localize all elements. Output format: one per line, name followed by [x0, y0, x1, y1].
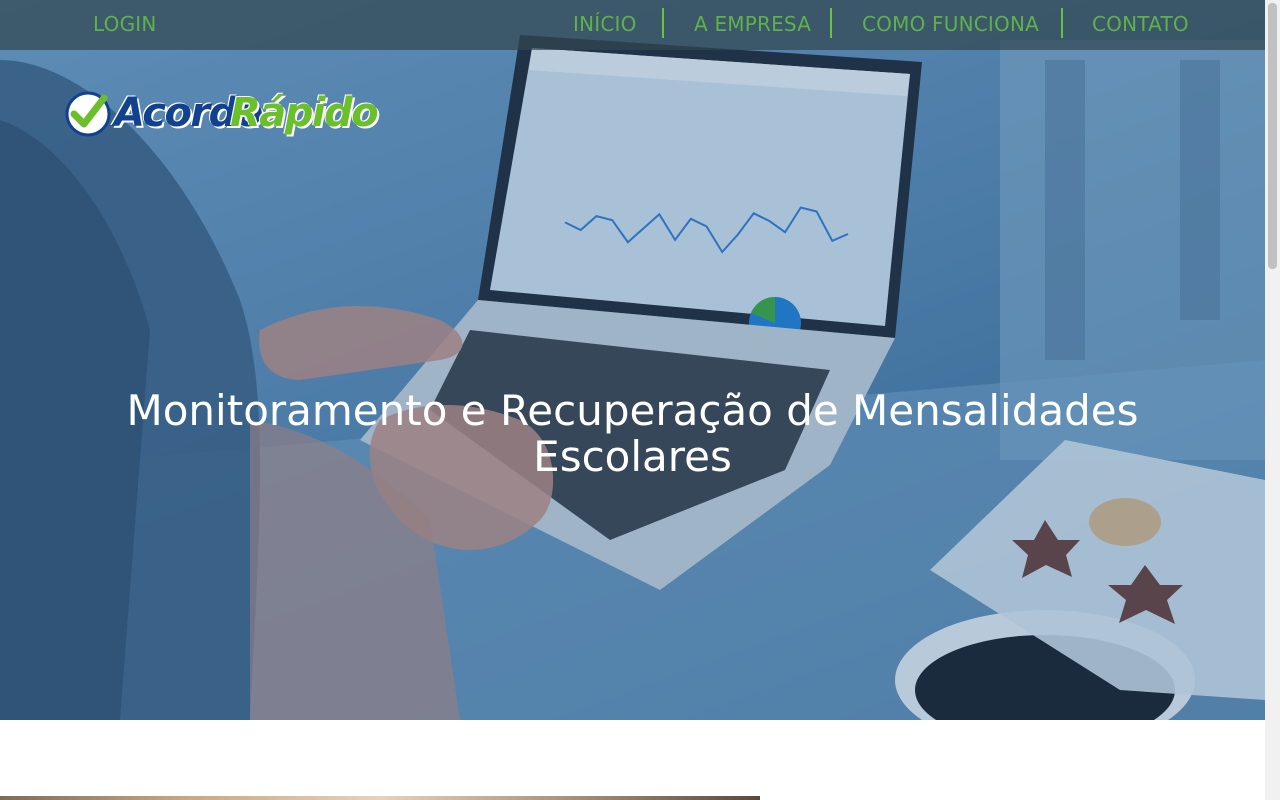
hero-banner: LOGIN INÍCIO A EMPRESA COMO FUNCIONA CON… — [0, 0, 1265, 720]
top-navigation-bar: LOGIN INÍCIO A EMPRESA COMO FUNCIONA CON… — [0, 0, 1265, 50]
vertical-scrollbar[interactable] — [1265, 0, 1280, 800]
nav-separator — [1061, 8, 1063, 38]
nav-a-empresa-link[interactable]: A EMPRESA — [694, 0, 811, 48]
acordo-rapido-logo[interactable]: Acordo Rápido — [64, 88, 379, 150]
checkmark-icon — [65, 91, 111, 137]
nav-inicio-link[interactable]: INÍCIO — [573, 0, 637, 48]
nav-como-funciona-link[interactable]: COMO FUNCIONA — [862, 0, 1039, 48]
nav-contato-link[interactable]: CONTATO — [1092, 0, 1189, 48]
nav-separator — [662, 8, 664, 38]
login-link[interactable]: LOGIN — [93, 0, 157, 48]
page: LOGIN INÍCIO A EMPRESA COMO FUNCIONA CON… — [0, 0, 1265, 800]
content-section — [0, 720, 1265, 800]
hero-title: Monitoramento e Recuperação de Mensalida… — [126, 386, 1139, 482]
scrollbar-thumb[interactable] — [1268, 3, 1277, 269]
logo-word-rapido: Rápido — [230, 90, 379, 136]
next-section-image-edge — [0, 796, 760, 800]
nav-separator — [830, 8, 832, 38]
